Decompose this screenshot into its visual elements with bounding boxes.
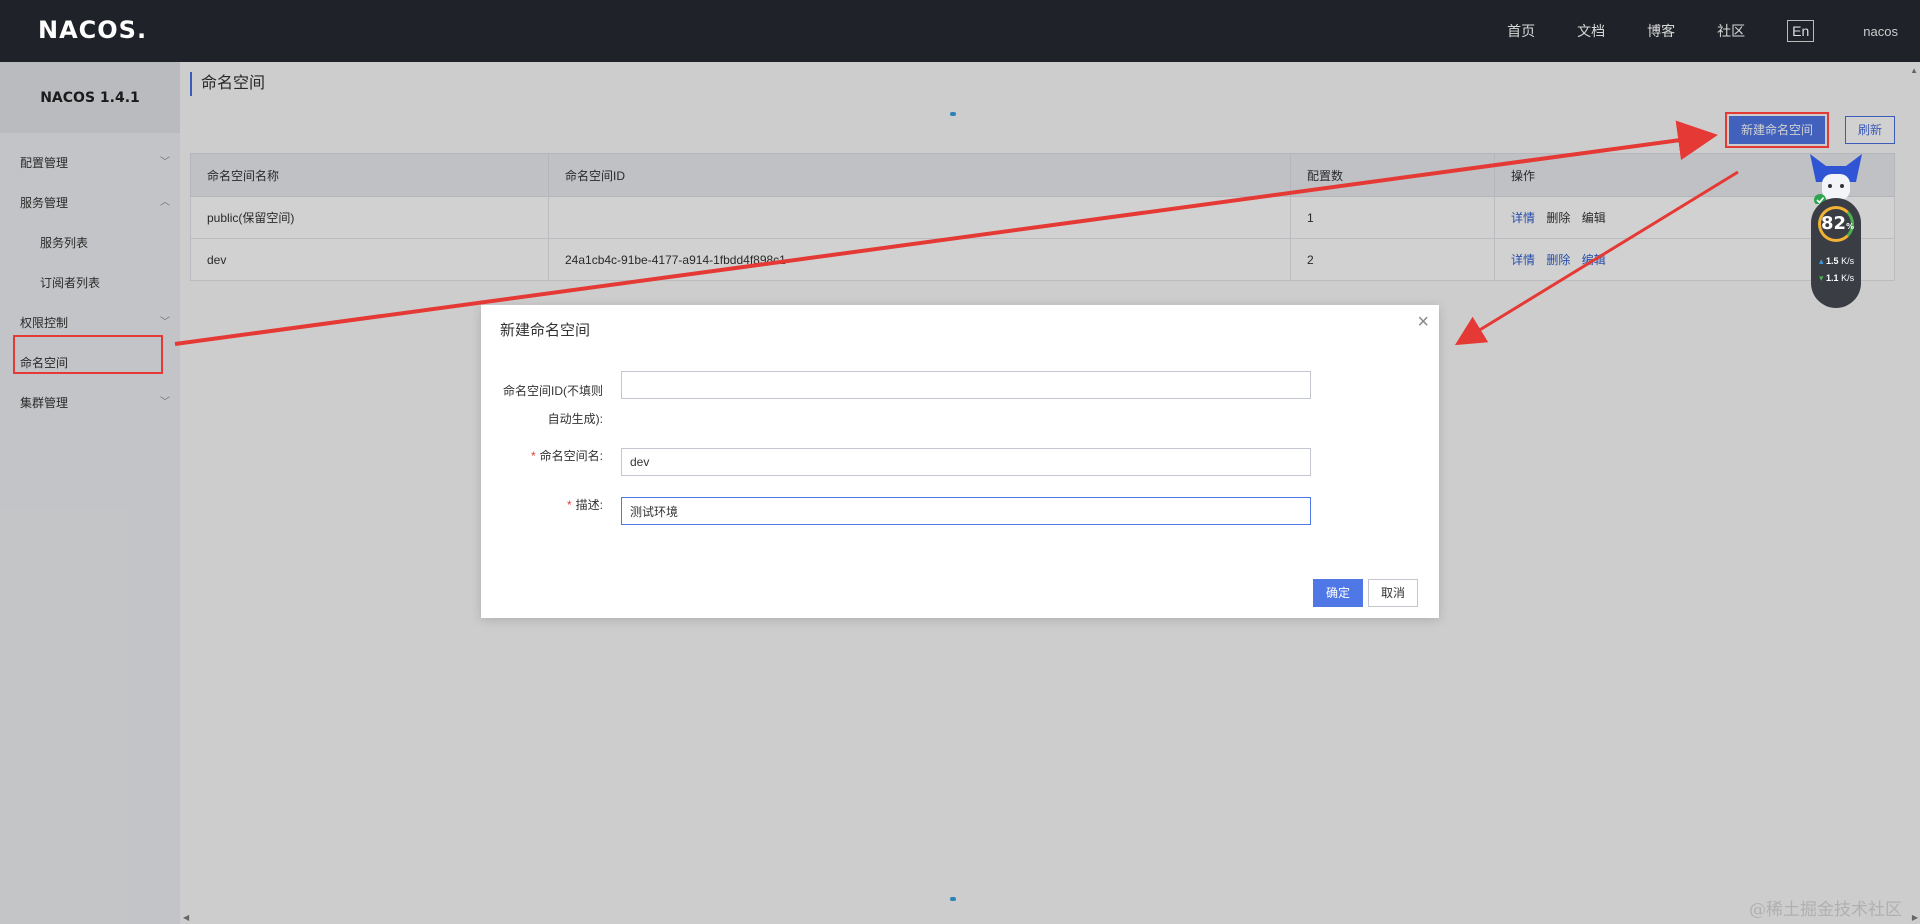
download-speed: ▾ 1.1 K/s — [1819, 273, 1855, 283]
namespace-name-field[interactable] — [621, 448, 1311, 476]
scroll-right-arrow-icon[interactable]: ▶ — [1912, 913, 1918, 922]
network-monitor-widget[interactable]: 82% ▴ 1.5 K/s ▾ 1.1 K/s — [1808, 152, 1864, 312]
download-unit: K/s — [1841, 273, 1855, 283]
cancel-button[interactable]: 取消 — [1368, 579, 1418, 607]
namespace-id-field[interactable] — [621, 371, 1311, 399]
required-mark: * — [566, 498, 572, 512]
modal-overlay-sidebar[interactable] — [0, 62, 180, 924]
percent-unit: % — [1846, 222, 1855, 231]
confirm-button[interactable]: 确定 — [1313, 579, 1363, 607]
widget-panel: 82% ▴ 1.5 K/s ▾ 1.1 K/s — [1811, 198, 1861, 308]
upload-value: 1.5 — [1826, 256, 1839, 266]
new-namespace-dialog: 新建命名空间 × 命名空间ID(不填则 自动生成): *命名空间名: *描述: … — [481, 305, 1439, 618]
nav-community[interactable]: 社区 — [1717, 21, 1745, 41]
description-label-text: 描述: — [575, 498, 603, 512]
annotation-box-new-button — [1725, 112, 1829, 148]
nav-blog[interactable]: 博客 — [1647, 21, 1675, 41]
percent-value: 82 — [1821, 213, 1847, 234]
upload-unit: K/s — [1841, 256, 1855, 266]
current-user[interactable]: nacos — [1863, 24, 1898, 39]
dialog-title: 新建命名空间 — [500, 322, 591, 339]
upload-speed: ▴ 1.5 K/s — [1819, 256, 1855, 266]
scroll-left-arrow-icon[interactable]: ◀ — [183, 913, 189, 922]
namespace-name-label: * 命名空间名: — [501, 447, 603, 464]
namespace-name-label-text: 命名空间名: — [539, 449, 603, 463]
scroll-up-arrow-icon[interactable]: ▲ — [1910, 66, 1918, 75]
watermark: @稀土掘金技术社区 — [1749, 900, 1902, 920]
nacos-logo[interactable]: NACOS. — [38, 16, 147, 44]
nav-home[interactable]: 首页 — [1507, 21, 1535, 41]
namespace-id-label-line2: 自动生成): — [547, 412, 603, 426]
description-field[interactable] — [621, 497, 1311, 525]
namespace-id-label-line1: 命名空间ID(不填则 — [503, 384, 603, 398]
download-value: 1.1 — [1826, 273, 1839, 283]
top-header: NACOS. 首页 文档 博客 社区 En nacos — [0, 0, 1920, 62]
close-icon[interactable]: × — [1417, 311, 1429, 334]
annotation-box-namespace — [13, 335, 163, 374]
cpu-percent: 82% — [1818, 206, 1854, 242]
required-mark: * — [530, 449, 536, 463]
namespace-id-label: 命名空间ID(不填则 自动生成): — [501, 377, 603, 433]
cat-mascot-icon — [1810, 154, 1862, 204]
language-switch[interactable]: En — [1787, 20, 1815, 42]
description-label: * 描述: — [501, 496, 603, 513]
top-nav: 首页 文档 博客 社区 En nacos — [1486, 0, 1920, 62]
nav-docs[interactable]: 文档 — [1577, 21, 1605, 41]
